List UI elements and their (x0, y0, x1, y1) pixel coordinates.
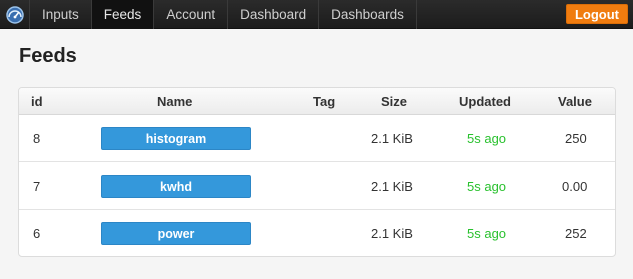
feed-name-button[interactable]: histogram (101, 127, 251, 150)
column-header-value[interactable]: Value (558, 88, 592, 115)
column-header-updated[interactable]: Updated (459, 88, 511, 115)
table-header: id Name Tag Size Updated Value (19, 88, 615, 115)
navbar: Inputs Feeds Account Dashboard Dashboard… (0, 0, 633, 29)
nav-dashboard[interactable]: Dashboard (228, 0, 320, 29)
feed-updated: 5s ago (467, 179, 507, 194)
feed-value: 252 (565, 226, 587, 241)
table-row[interactable]: 8 histogram 2.1 KiB 5s ago 250 (19, 115, 615, 162)
feed-updated: 5s ago (467, 131, 507, 146)
column-header-name[interactable]: Name (157, 88, 192, 115)
nav-inputs[interactable]: Inputs (30, 0, 92, 29)
feed-value: 250 (565, 131, 587, 146)
feed-size: 2.1 KiB (371, 179, 413, 194)
feed-size: 2.1 KiB (371, 226, 413, 241)
feed-id: 6 (33, 226, 41, 241)
nav-feeds[interactable]: Feeds (91, 0, 155, 29)
column-header-id[interactable]: id (31, 88, 43, 115)
feed-size: 2.1 KiB (371, 131, 413, 146)
feed-id: 7 (33, 179, 41, 194)
feed-name-button[interactable]: power (101, 222, 251, 245)
column-header-size[interactable]: Size (381, 88, 407, 115)
page-title: Feeds (19, 45, 77, 67)
emoncms-gauge-icon (5, 5, 24, 24)
logout-button[interactable]: Logout (565, 4, 628, 24)
brand-logo[interactable] (0, 0, 30, 29)
table-row[interactable]: 7 kwhd 2.1 KiB 5s ago 0.00 (19, 163, 615, 210)
feed-value: 0.00 (562, 179, 588, 194)
feed-id: 8 (33, 131, 41, 146)
nav-account[interactable]: Account (154, 0, 229, 29)
feeds-table: id Name Tag Size Updated Value 8 histogr… (18, 87, 616, 257)
column-header-tag[interactable]: Tag (313, 88, 335, 115)
table-row[interactable]: 6 power 2.1 KiB 5s ago 252 (19, 210, 615, 256)
nav-dashboards[interactable]: Dashboards (319, 0, 417, 29)
feed-name-button[interactable]: kwhd (101, 175, 251, 198)
feed-updated: 5s ago (467, 226, 507, 241)
